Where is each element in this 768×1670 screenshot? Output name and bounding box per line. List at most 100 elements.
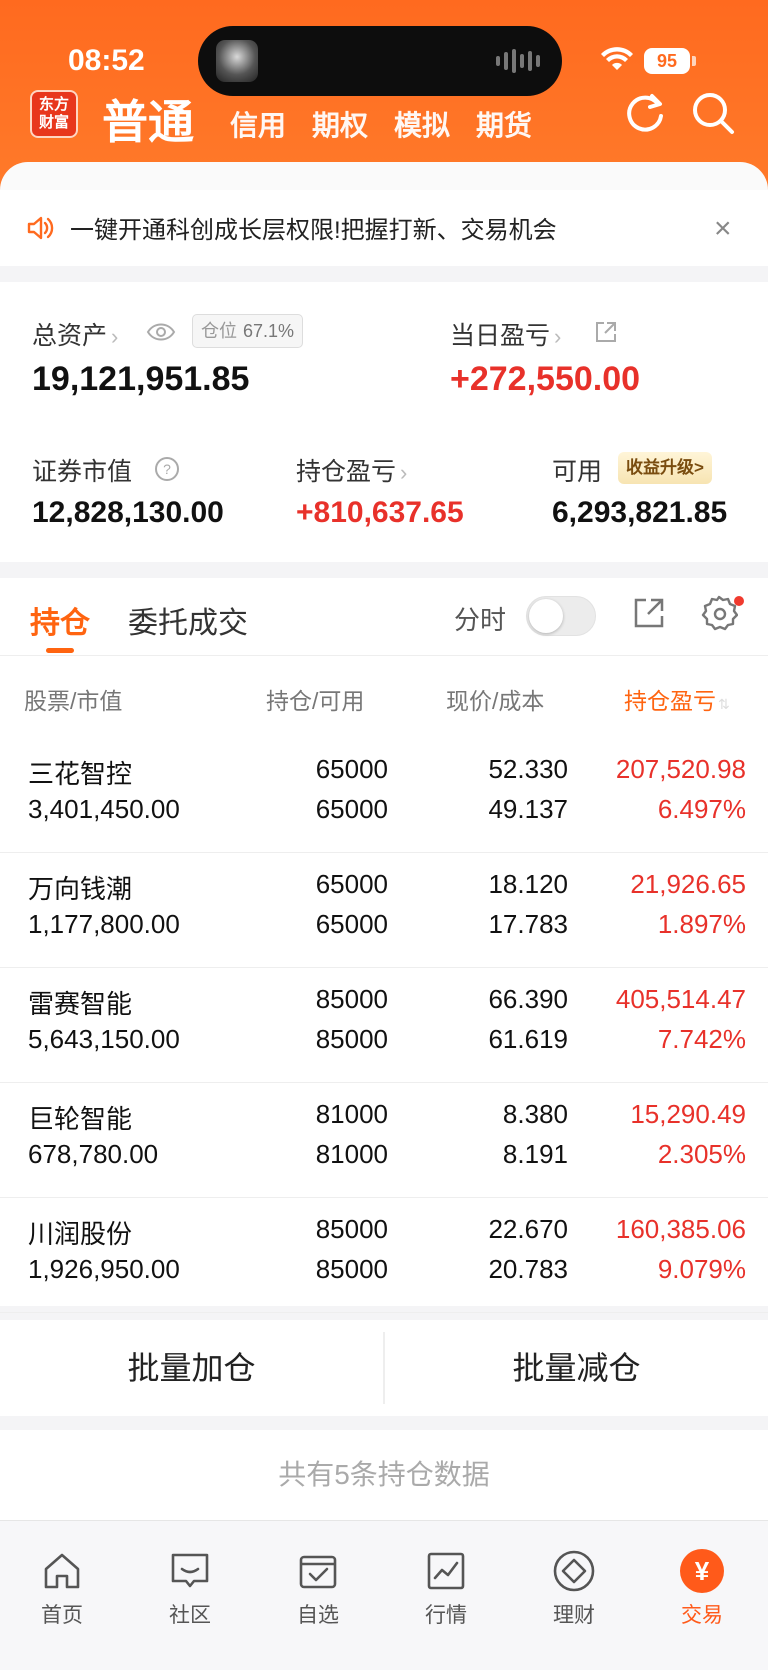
holding-pl-label[interactable]: 持仓盈亏 › [296,452,407,488]
tab-normal[interactable]: 普通 [102,86,194,152]
stock-available: 85000 [315,1024,388,1054]
gear-icon[interactable] [700,594,738,632]
help-icon[interactable]: ? [154,456,180,482]
status-bar: 08:52 95 [0,0,768,96]
app-logo: 东方 财富 [30,90,78,138]
svg-text:?: ? [163,461,171,477]
dynamic-island [198,26,562,96]
wifi-icon [601,47,633,70]
holding-pl-text: 持仓盈亏 [296,458,397,486]
battery-indicator: 95 [644,48,696,74]
tabbar-watchlist[interactable]: 自选 [268,1549,368,1629]
stock-pl-pct: 1.897% [657,909,746,939]
stock-qty: 81000 [315,1099,388,1129]
table-row[interactable]: 雷赛智能 5,643,150.00 85000 85000 66.390 61.… [0,968,768,1083]
close-icon[interactable]: × [714,212,732,246]
tab-credit[interactable]: 信用 [230,104,286,144]
stock-pl: 405,514.47 [615,984,746,1014]
daily-pl-text: 当日盈亏 [450,322,551,350]
stock-market-value: 1,177,800.00 [28,909,180,939]
stock-name: 三花智控 [28,759,133,789]
stock-cost: 20.783 [488,1254,568,1284]
tab-orders[interactable]: 委托成交 [128,598,248,642]
stock-market-value: 1,926,950.00 [28,1254,180,1284]
intraday-toggle[interactable] [526,596,596,636]
tabbar-community[interactable]: 社区 [140,1549,240,1629]
stock-market-value: 678,780.00 [28,1139,159,1169]
market-value: 12,828,130.00 [32,496,224,529]
tabbar-label: 首页 [41,1604,83,1627]
table-row[interactable]: 巨轮智能 678,780.00 81000 81000 8.380 8.191 … [0,1083,768,1198]
stock-qty: 65000 [315,869,388,899]
stock-pl: 160,385.06 [615,1214,746,1244]
stock-available: 65000 [315,794,388,824]
col-price: 现价/成本 [446,688,545,714]
promo-banner[interactable]: 一键开通科创成长层权限!把握打新、交易机会 × [0,190,768,266]
stock-available: 81000 [315,1139,388,1169]
total-assets-value: 19,121,951.85 [32,360,250,398]
refresh-icon[interactable] [622,90,668,136]
position-ratio-label: 仓位 [201,321,237,341]
toggle-knob [529,599,563,633]
status-time: 08:52 [68,44,145,77]
stock-available: 65000 [315,909,388,939]
bottom-tab-bar: 首页 社区 自选 行情 理财 ¥ 交易 [0,1520,768,1670]
wealth-icon [553,1550,595,1592]
stock-price: 52.330 [488,754,568,784]
col-pl-sort[interactable]: 持仓盈亏 ⇅ [624,682,730,716]
tabbar-market[interactable]: 行情 [396,1549,496,1629]
table-row[interactable]: 川润股份 1,926,950.00 85000 85000 22.670 20.… [0,1198,768,1313]
table-row[interactable]: 万向钱潮 1,177,800.00 65000 65000 18.120 17.… [0,853,768,968]
tab-options[interactable]: 期权 [312,104,368,144]
stock-pl-pct: 9.079% [657,1254,746,1284]
chevron-right-icon: › [400,460,408,485]
stock-qty: 65000 [315,754,388,784]
stock-pl: 21,926.65 [630,869,746,899]
search-icon[interactable] [690,90,736,136]
stock-name: 万向钱潮 [28,874,133,904]
export-icon[interactable] [632,596,666,630]
tab-holdings[interactable]: 持仓 [30,598,90,642]
tab-simulation[interactable]: 模拟 [394,104,450,144]
share-out-icon[interactable] [594,320,618,344]
stock-price: 66.390 [488,984,568,1014]
table-row[interactable]: 三花智控 3,401,450.00 65000 65000 52.330 49.… [0,738,768,853]
tabbar-trade[interactable]: ¥ 交易 [652,1549,752,1629]
available-value: 6,293,821.85 [552,496,728,529]
stock-cost: 61.619 [488,1024,568,1054]
stock-pl-pct: 2.305% [657,1139,746,1169]
stock-name: 雷赛智能 [28,989,133,1019]
total-assets-label[interactable]: 总资产 › [32,316,118,352]
total-assets-text: 总资产 [32,322,108,350]
yield-upgrade-button[interactable]: 收益升级> [618,452,712,484]
tabbar-label: 交易 [681,1604,723,1627]
watchlist-icon [299,1555,337,1589]
stock-market-value: 3,401,450.00 [28,794,180,824]
holdings-count-note: 共有5条持仓数据 [0,1430,768,1520]
tabbar-wealth[interactable]: 理财 [524,1549,624,1629]
eye-icon[interactable] [146,320,176,344]
speaker-icon [27,216,54,240]
daily-pl-label[interactable]: 当日盈亏 › [450,316,561,352]
chevron-right-icon: › [554,324,562,349]
stock-qty: 85000 [315,984,388,1014]
trade-icon: ¥ [680,1549,724,1593]
community-icon [171,1553,209,1588]
col-pl-label: 持仓盈亏 [624,688,716,714]
tabbar-home[interactable]: 首页 [12,1549,112,1629]
content-top-edge [0,162,768,192]
holdings-panel: 持仓 委托成交 分时 股票/市值 持仓/可用 现价/成本 持仓盈亏 ⇅ 三花智控 … [0,578,768,1313]
batch-add-button[interactable]: 批量加仓 [0,1320,383,1416]
stock-pl-pct: 6.497% [657,794,746,824]
notification-dot [734,596,744,606]
asset-summary: 总资产 › 仓位 67.1% 19,121,951.85 当日盈亏 › +272,55… [0,282,768,562]
stock-name: 巨轮智能 [28,1104,133,1134]
position-ratio-badge: 仓位 67.1% [192,314,304,348]
batch-reduce-button[interactable]: 批量减仓 [385,1320,768,1416]
stock-price: 18.120 [488,869,568,899]
tab-futures[interactable]: 期货 [476,104,532,144]
stock-price: 8.380 [502,1099,568,1129]
daily-pl-value: +272,550.00 [450,360,641,398]
music-artwork-icon [216,40,258,82]
stock-price: 22.670 [488,1214,568,1244]
